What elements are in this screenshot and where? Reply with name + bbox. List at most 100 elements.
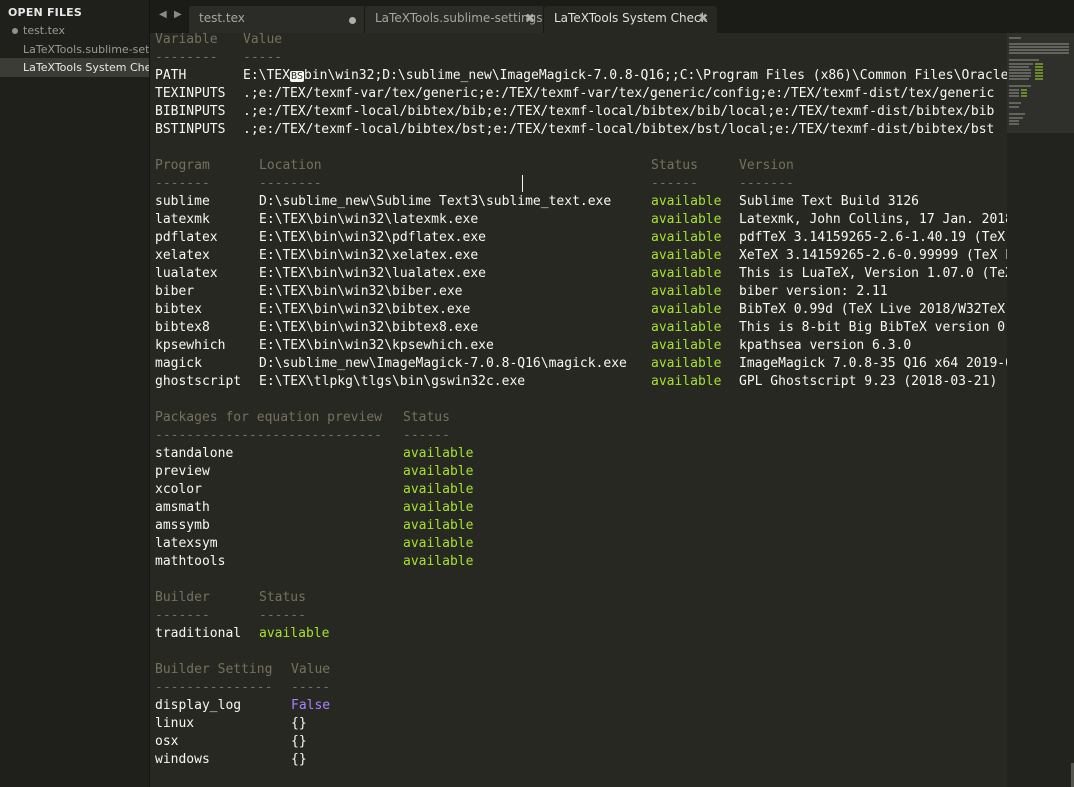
- minimap-line: [1009, 123, 1019, 125]
- underline: ------: [651, 176, 698, 191]
- env-value: E:\TEXBSbin\win32;D:\sublime_new\ImageMa…: [243, 67, 1007, 86]
- builder-setting-row: display_log False: [155, 697, 330, 715]
- sidebar-file-test-tex[interactable]: test.tex: [0, 21, 149, 40]
- program-status: available: [651, 212, 722, 227]
- col-header: Program: [155, 158, 210, 173]
- minimap[interactable]: [1007, 33, 1074, 787]
- editor-view[interactable]: Variable Value -------- ----- PATH E:\TE…: [150, 33, 1007, 787]
- sidebar-file-latextools-settings[interactable]: LaTeXTools.sublime-settings: [0, 40, 150, 59]
- env-value-part: bin\win32;D:\sublime_new\ImageMagick-7.0…: [304, 68, 1007, 83]
- minimap-line: [1009, 43, 1069, 45]
- col-header: Version: [739, 158, 794, 173]
- program-row: magick D:\sublime_new\ImageMagick-7.0.8-…: [155, 355, 1007, 373]
- program-row: sublime D:\sublime_new\Sublime Text3\sub…: [155, 193, 919, 211]
- env-row: PATH E:\TEXBSbin\win32;D:\sublime_new\Im…: [155, 67, 1007, 85]
- program-location: E:\TEX\bin\win32\bibtex.exe: [259, 302, 471, 317]
- program-name: kpsewhich: [155, 338, 226, 353]
- unsaved-dot-icon[interactable]: [349, 17, 356, 24]
- underline: -------: [155, 608, 210, 623]
- builder-setting-row: windows {}: [155, 751, 307, 769]
- program-name: lualatex: [155, 266, 218, 281]
- minimap-line: [1009, 75, 1031, 77]
- package-status: available: [403, 482, 474, 497]
- program-location: D:\sublime_new\Sublime Text3\sublime_tex…: [259, 194, 612, 209]
- minimap-line: [1009, 46, 1069, 48]
- underline: -------: [739, 176, 794, 191]
- setting-name: osx: [155, 734, 179, 749]
- underline: --------: [155, 50, 218, 65]
- minimap-line: [1021, 95, 1027, 97]
- underline: -----: [291, 680, 331, 695]
- package-name: standalone: [155, 446, 234, 461]
- program-version: biber version: 2.11: [739, 284, 888, 299]
- minimap-line: [1035, 78, 1043, 80]
- col-header: Builder Setting: [155, 662, 273, 677]
- setting-name: windows: [155, 752, 210, 767]
- builder-setting-row: linux {}: [155, 715, 307, 733]
- package-status: available: [403, 518, 474, 533]
- minimap-line: [1009, 63, 1033, 65]
- minimap-line: [1021, 92, 1027, 94]
- minimap-line: [1009, 120, 1019, 122]
- program-version: pdfTeX 3.14159265-2.6-1.40.19 (TeX Live …: [739, 230, 1006, 245]
- program-location: E:\TEX\bin\win32\biber.exe: [259, 284, 463, 299]
- package-status: available: [403, 554, 474, 569]
- close-icon[interactable]: ✖: [698, 11, 708, 25]
- close-icon[interactable]: ✖: [525, 11, 535, 25]
- col-header: Location: [259, 158, 322, 173]
- minimap-line: [1009, 85, 1031, 87]
- minimap-line: [1009, 78, 1029, 80]
- program-version: This is LuaTeX, Version 1.07.0 (TeX Live…: [739, 266, 1007, 281]
- minimap-line: [1009, 52, 1069, 54]
- package-status: available: [403, 446, 474, 461]
- package-row: standalone available: [155, 445, 473, 463]
- minimap-line: [1009, 72, 1031, 74]
- builder-name: traditional: [155, 626, 242, 641]
- program-name: bibtex8: [155, 320, 210, 335]
- tab-latextools-settings[interactable]: LaTeXTools.sublime-settings ✖: [364, 5, 545, 33]
- setting-value: False: [291, 698, 331, 713]
- program-location: E:\TEX\bin\win32\xelatex.exe: [259, 248, 479, 263]
- minimap-line: [1035, 66, 1043, 68]
- package-name: preview: [155, 464, 210, 479]
- sidebar-file-label: LaTeXTools.sublime-settings: [23, 43, 150, 56]
- open-files-header: OPEN FILES: [8, 6, 83, 19]
- text-cursor: [522, 175, 523, 192]
- program-status: available: [651, 320, 722, 335]
- underline: -------: [155, 176, 210, 191]
- col-header: Status: [259, 590, 306, 605]
- program-row: ghostscript E:\TEX\tlpkg\tlgs\bin\gswin3…: [155, 373, 997, 391]
- underline: ---------------: [155, 680, 273, 695]
- program-status: available: [651, 374, 722, 389]
- program-version: ImageMagick 7.0.8-35 Q16 x64 2019-03-25: [739, 356, 1007, 371]
- program-location: E:\TEX\bin\win32\kpsewhich.exe: [259, 338, 494, 353]
- setting-name: linux: [155, 716, 195, 731]
- package-status: available: [403, 500, 474, 515]
- tab-scroll-left-icon[interactable]: ◀: [159, 9, 167, 20]
- tab-system-check[interactable]: LaTeXTools System Check ✖: [543, 5, 718, 33]
- package-name: latexsym: [155, 536, 218, 551]
- package-name: xcolor: [155, 482, 202, 497]
- program-row: pdflatex E:\TEX\bin\win32\pdflatex.exe a…: [155, 229, 1005, 247]
- tab-test-tex[interactable]: test.tex: [188, 5, 368, 33]
- program-name: latexmk: [155, 212, 210, 227]
- underline: ------: [259, 608, 306, 623]
- minimap-line: [1009, 66, 1029, 68]
- env-row: BSTINPUTS .;e:/TEX/texmf-local/bibtex/bs…: [155, 121, 994, 139]
- program-version: GPL Ghostscript 9.23 (2018-03-21): [739, 374, 998, 389]
- program-location: E:\TEX\bin\win32\lualatex.exe: [259, 266, 486, 281]
- program-location: E:\TEX\tlpkg\tlgs\bin\gswin32c.exe: [259, 374, 526, 389]
- builder-row: traditional available: [155, 625, 329, 643]
- package-status: available: [403, 536, 474, 551]
- tab-scroll-right-icon[interactable]: ▶: [174, 9, 182, 20]
- sidebar-file-system-check[interactable]: LaTeXTools System Check: [0, 58, 149, 77]
- program-status: available: [651, 284, 722, 299]
- underline: --------: [259, 176, 322, 191]
- program-row: biber E:\TEX\bin\win32\biber.exe availab…: [155, 283, 888, 301]
- package-status: available: [403, 464, 474, 479]
- col-header: Status: [403, 410, 450, 425]
- program-version: XeTeX 3.14159265-2.6-0.99999 (TeX Live 2…: [739, 248, 1007, 263]
- program-location: E:\TEX\bin\win32\pdflatex.exe: [259, 230, 486, 245]
- program-status: available: [651, 356, 722, 371]
- setting-value: {}: [291, 734, 307, 749]
